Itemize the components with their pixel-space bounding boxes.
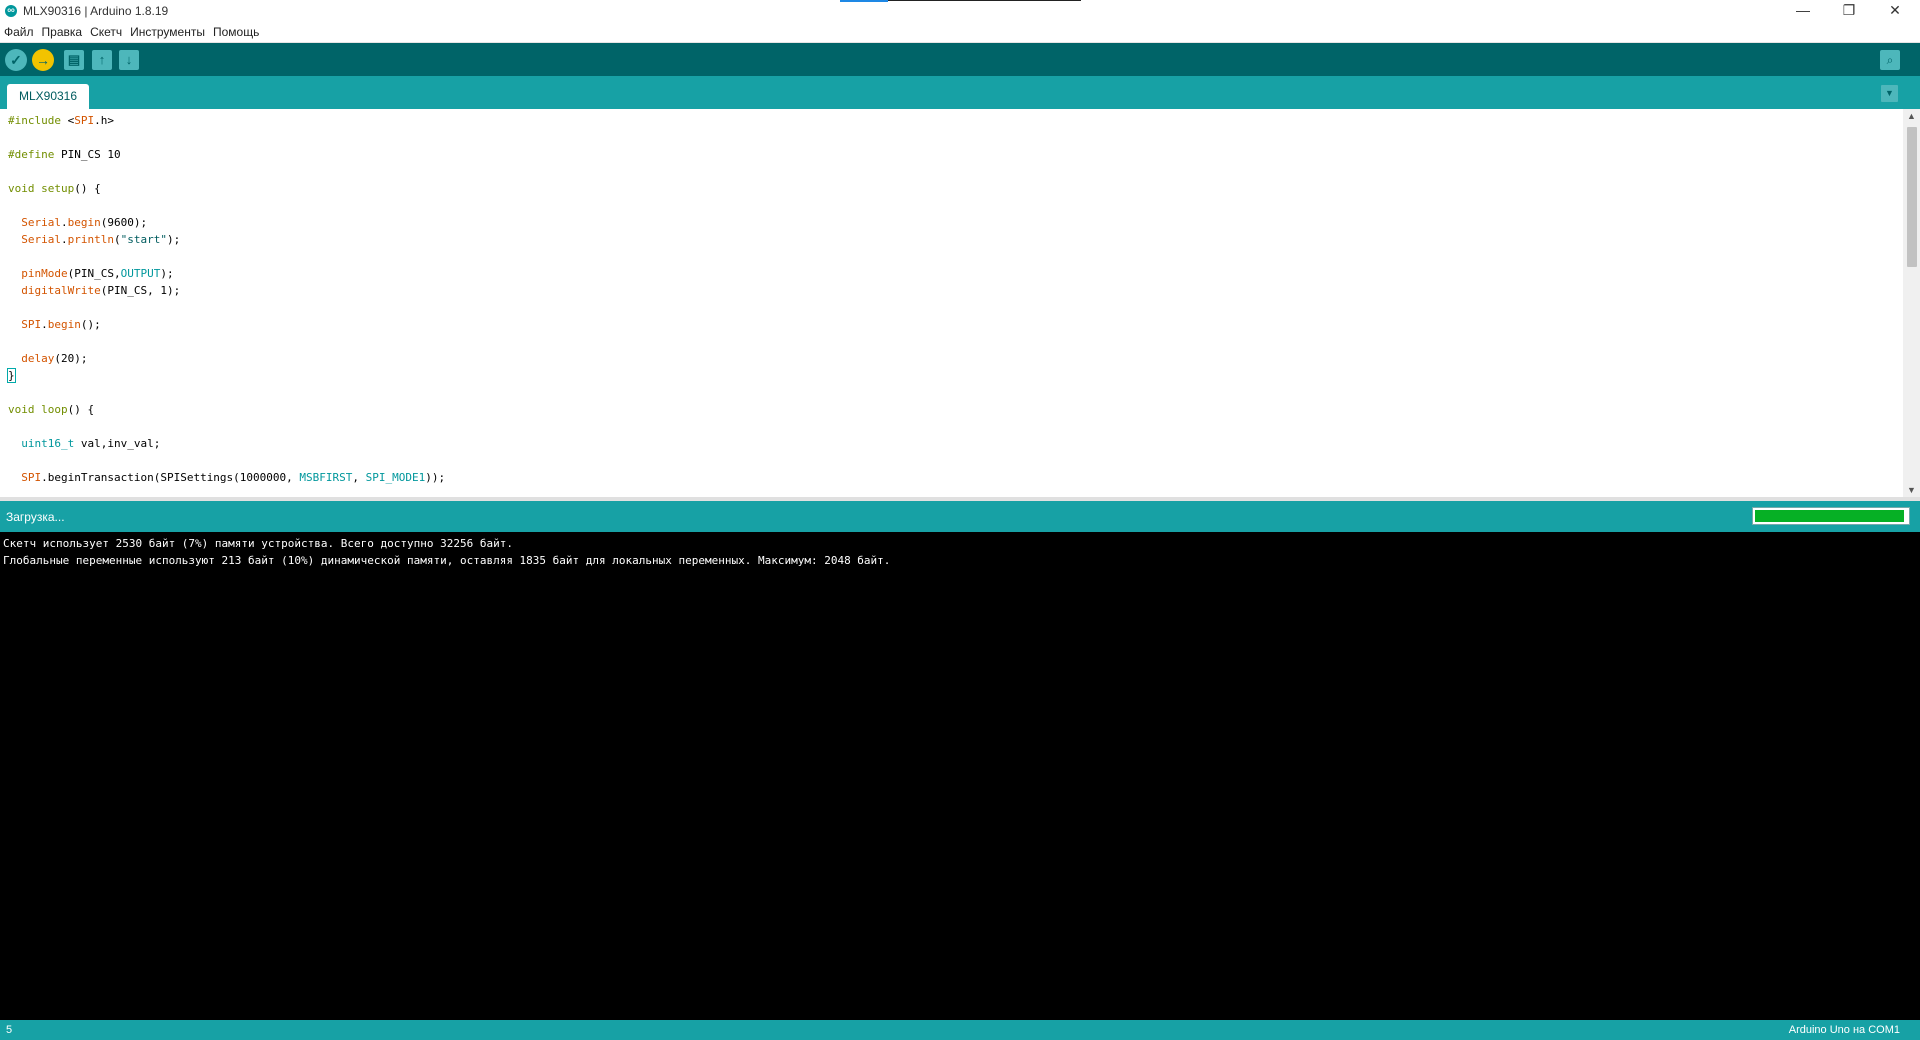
minimize-button[interactable]: — <box>1780 0 1826 22</box>
maximize-button[interactable]: ❐ <box>1826 0 1872 22</box>
upload-button[interactable]: → <box>32 49 54 71</box>
tab-mlx90316[interactable]: MLX90316 <box>7 84 89 109</box>
menu-help[interactable]: Помощь <box>209 22 263 40</box>
save-sketch-button[interactable]: ↓ <box>119 50 139 70</box>
menu-bar: Файл Правка Скетч Инструменты Помощь <box>0 22 1920 43</box>
toolbar: ✓ → ▤ ↑ ↓ ⌕ <box>0 43 1920 76</box>
scrollbar-thumb[interactable] <box>1907 127 1917 267</box>
console-line: Глобальные переменные используют 213 бай… <box>3 554 891 567</box>
progress-fill <box>1755 510 1904 522</box>
tab-menu-chevron-down-icon[interactable]: ▼ <box>1881 85 1898 102</box>
title-accent-line <box>840 0 888 2</box>
close-button[interactable]: ✕ <box>1872 0 1918 22</box>
line-number: 5 <box>6 1024 13 1036</box>
title-accent-line-dark <box>888 0 1081 1</box>
menu-edit[interactable]: Правка <box>38 22 87 40</box>
menu-file[interactable]: Файл <box>0 22 38 40</box>
window-title: MLX90316 | Arduino 1.8.19 <box>23 4 169 18</box>
tab-strip: MLX90316 ▼ <box>0 76 1920 109</box>
code-editor[interactable]: #include <SPI.h> #define PIN_CS 10 void … <box>0 109 1920 497</box>
bottom-status-bar: 5 Arduino Uno на COM1 <box>0 1020 1920 1040</box>
console-line: Скетч использует 2530 байт (7%) памяти у… <box>3 537 513 550</box>
board-port-info: Arduino Uno на COM1 <box>1788 1024 1900 1036</box>
verify-button[interactable]: ✓ <box>5 49 27 71</box>
title-bar: oo MLX90316 | Arduino 1.8.19 — ❐ ✕ <box>0 0 1920 22</box>
source-code[interactable]: #include <SPI.h> #define PIN_CS 10 void … <box>7 112 445 486</box>
menu-sketch[interactable]: Скетч <box>86 22 126 40</box>
output-console[interactable]: Скетч использует 2530 байт (7%) памяти у… <box>0 532 1920 1020</box>
status-bar: Загрузка... <box>0 501 1920 532</box>
arduino-logo-icon: oo <box>5 5 17 17</box>
status-message: Загрузка... <box>6 510 65 524</box>
menu-tools[interactable]: Инструменты <box>126 22 209 40</box>
serial-monitor-icon[interactable]: ⌕ <box>1880 50 1900 70</box>
scroll-up-icon[interactable]: ▲ <box>1903 109 1920 123</box>
open-sketch-button[interactable]: ↑ <box>92 50 112 70</box>
new-sketch-button[interactable]: ▤ <box>64 50 84 70</box>
upload-progress-bar <box>1752 507 1910 525</box>
editor-scrollbar[interactable]: ▲ ▼ <box>1903 109 1920 497</box>
scroll-down-icon[interactable]: ▼ <box>1903 483 1920 497</box>
